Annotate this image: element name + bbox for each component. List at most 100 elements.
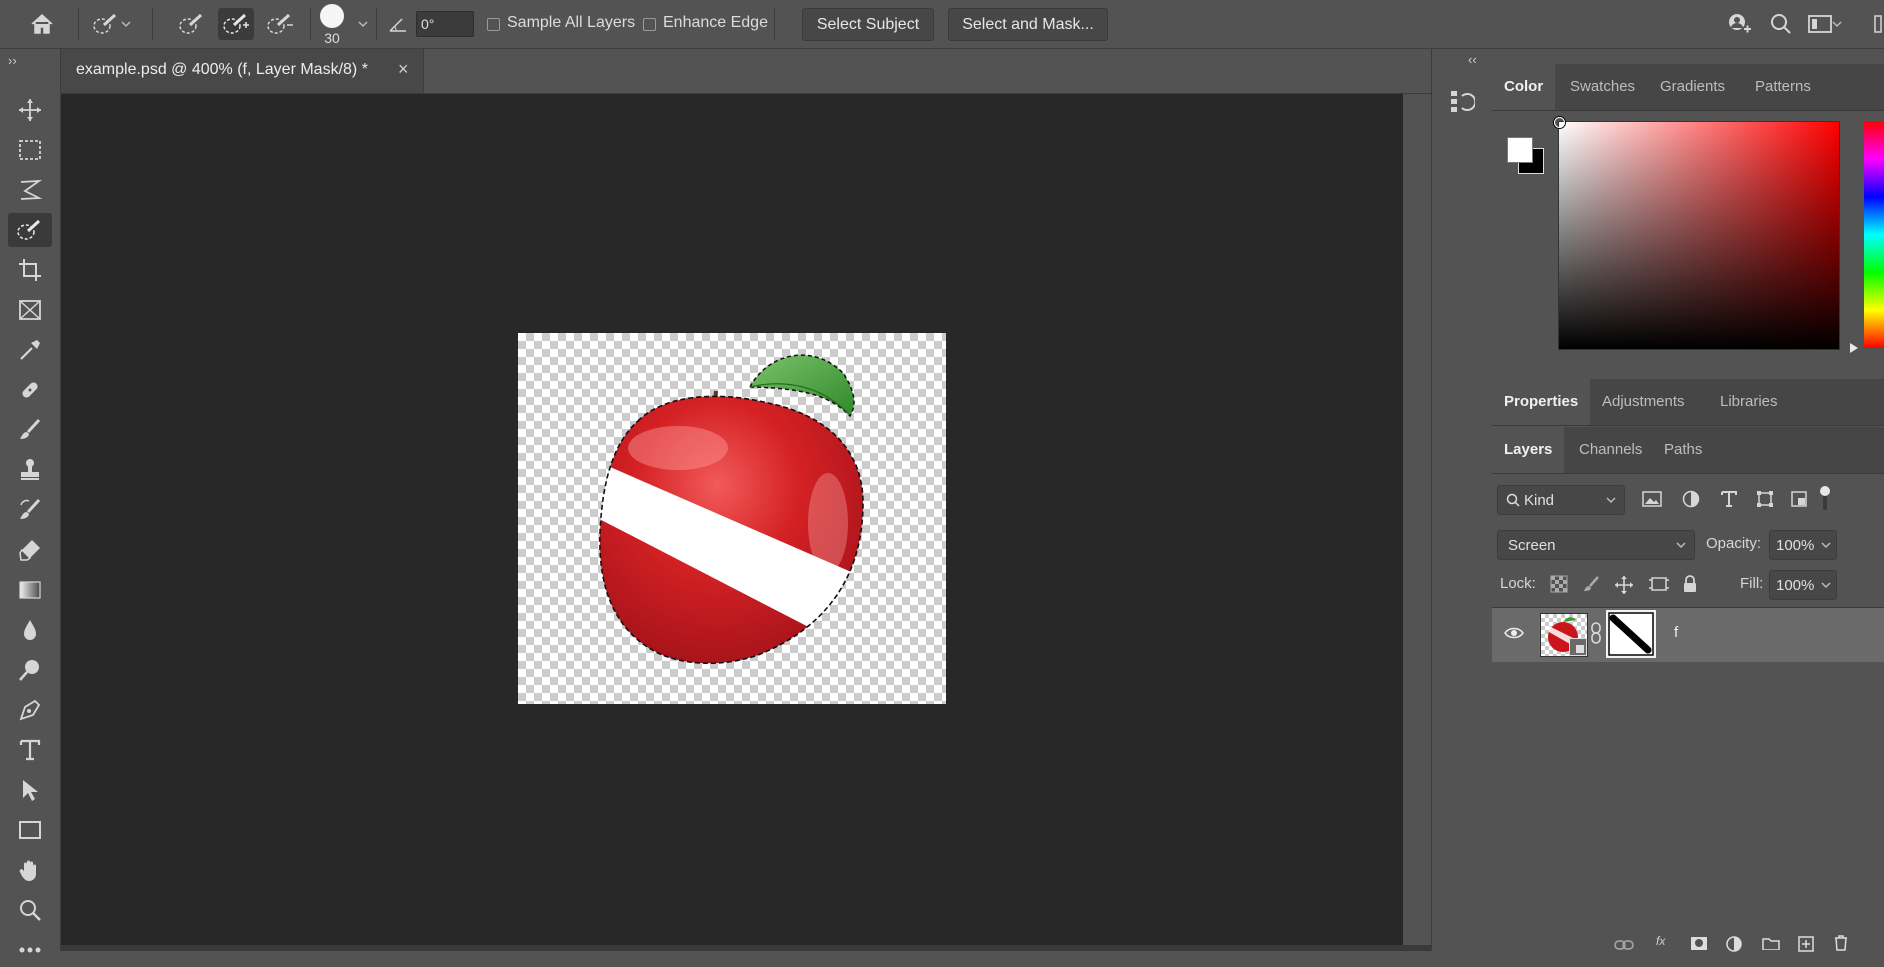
options-bar: 30 0° Sample All Layers Enhance Edge Sel… xyxy=(0,0,1884,49)
tab-gradients[interactable]: Gradients xyxy=(1648,64,1737,110)
panel-icon-column: ‹‹ xyxy=(1431,49,1493,951)
tool-preset-picker[interactable] xyxy=(86,8,136,40)
filter-pixel-icon[interactable] xyxy=(1642,490,1662,512)
history-panel-icon[interactable] xyxy=(1446,85,1478,117)
eraser-tool-icon[interactable] xyxy=(8,533,52,567)
move-tool-icon[interactable] xyxy=(8,93,52,127)
chevron-down-icon xyxy=(1676,542,1686,549)
hand-tool-icon[interactable] xyxy=(8,853,52,887)
new-layer-icon[interactable] xyxy=(1798,936,1814,956)
link-layers-icon[interactable] xyxy=(1614,938,1634,955)
document-canvas[interactable] xyxy=(518,333,946,704)
new-group-icon[interactable] xyxy=(1762,936,1780,954)
brush-tip-icon xyxy=(320,4,344,28)
close-icon[interactable]: × xyxy=(398,59,409,80)
hue-slider[interactable] xyxy=(1864,121,1884,348)
search-icon xyxy=(1506,493,1520,507)
foreground-color-swatch[interactable] xyxy=(1507,137,1533,163)
filter-shape-icon[interactable] xyxy=(1756,490,1774,512)
tab-properties[interactable]: Properties xyxy=(1492,379,1591,425)
tab-paths[interactable]: Paths xyxy=(1652,427,1714,473)
lock-all-icon[interactable] xyxy=(1682,575,1698,597)
enhance-edge-checkbox[interactable] xyxy=(643,18,656,31)
home-icon[interactable] xyxy=(22,8,62,40)
tab-adjustments[interactable]: Adjustments xyxy=(1590,379,1697,425)
lock-transparent-pixels-icon[interactable] xyxy=(1550,575,1568,597)
history-brush-tool-icon[interactable] xyxy=(8,493,52,527)
fill-input[interactable]: 100% xyxy=(1769,570,1837,600)
search-icon[interactable] xyxy=(1766,8,1796,40)
delete-layer-icon[interactable] xyxy=(1834,935,1848,955)
layer-style-icon[interactable]: fx xyxy=(1656,934,1665,948)
gradient-tool-icon[interactable] xyxy=(8,573,52,607)
pen-tool-icon[interactable] xyxy=(8,693,52,727)
tab-layers[interactable]: Layers xyxy=(1492,427,1565,473)
link-icon[interactable] xyxy=(1590,622,1602,648)
dodge-tool-icon[interactable] xyxy=(8,653,52,687)
quick-selection-tool-icon[interactable] xyxy=(8,213,52,247)
layer-name[interactable]: f xyxy=(1674,624,1678,641)
new-selection-icon[interactable] xyxy=(174,8,210,40)
layer-row[interactable]: f xyxy=(1492,608,1884,662)
panel-toggle-icon[interactable] xyxy=(1872,8,1884,40)
share-icon[interactable] xyxy=(1722,8,1756,40)
sample-all-layers-checkbox[interactable] xyxy=(487,18,500,31)
color-panel-tabs: Color Swatches Gradients Patterns xyxy=(1492,64,1884,111)
eyedropper-tool-icon[interactable] xyxy=(8,333,52,367)
clone-stamp-tool-icon[interactable] xyxy=(8,453,52,487)
brush-picker[interactable]: 30 xyxy=(318,2,368,48)
lock-label: Lock: xyxy=(1500,575,1536,592)
subtract-from-selection-icon[interactable] xyxy=(262,8,298,40)
type-tool-icon[interactable] xyxy=(8,733,52,767)
mask-stroke-icon xyxy=(1608,612,1654,656)
tab-libraries[interactable]: Libraries xyxy=(1708,379,1790,425)
more-tools-icon[interactable] xyxy=(8,933,52,967)
lock-image-pixels-icon[interactable] xyxy=(1582,575,1600,597)
blend-mode-dropdown[interactable]: Screen xyxy=(1497,530,1695,560)
frame-tool-icon[interactable] xyxy=(8,293,52,327)
healing-brush-tool-icon[interactable] xyxy=(8,373,52,407)
opacity-input[interactable]: 100% xyxy=(1769,530,1837,560)
layer-filter-kind-dropdown[interactable]: Kind xyxy=(1497,485,1625,515)
zoom-tool-icon[interactable] xyxy=(8,893,52,927)
filter-type-icon[interactable] xyxy=(1720,490,1738,512)
fill-label: Fill: xyxy=(1740,575,1764,592)
lock-position-icon[interactable] xyxy=(1614,575,1634,599)
hue-slider-handle[interactable] xyxy=(1850,343,1858,353)
layer-mask-thumbnail[interactable] xyxy=(1606,610,1656,658)
color-picker-handle[interactable] xyxy=(1554,117,1565,128)
select-and-mask-button[interactable]: Select and Mask... xyxy=(948,8,1108,41)
path-selection-tool-icon[interactable] xyxy=(8,773,52,807)
workspace-icon[interactable] xyxy=(1808,8,1842,40)
tab-patterns[interactable]: Patterns xyxy=(1743,64,1823,110)
angle-input[interactable]: 0° xyxy=(416,11,474,37)
marquee-tool-icon[interactable] xyxy=(8,133,52,167)
filter-toggle-icon[interactable] xyxy=(1818,484,1832,516)
collapse-panels-icon[interactable]: ‹‹ xyxy=(1468,52,1477,67)
filter-smart-object-icon[interactable] xyxy=(1790,490,1808,512)
eye-icon[interactable] xyxy=(1504,626,1524,644)
chevron-down-icon xyxy=(1832,21,1842,28)
chevron-down-icon xyxy=(121,21,131,28)
chevron-down-icon xyxy=(1821,542,1831,549)
tab-color[interactable]: Color xyxy=(1492,64,1556,110)
tools-panel: ›› xyxy=(0,49,61,953)
document-tab[interactable]: example.psd @ 400% (f, Layer Mask/8) * × xyxy=(61,49,424,93)
tab-channels[interactable]: Channels xyxy=(1567,427,1654,473)
brush-tool-icon[interactable] xyxy=(8,413,52,447)
color-field[interactable] xyxy=(1554,117,1840,350)
rectangle-tool-icon[interactable] xyxy=(8,813,52,847)
tab-swatches[interactable]: Swatches xyxy=(1558,64,1647,110)
new-adjustment-layer-icon[interactable] xyxy=(1726,936,1742,956)
add-to-selection-icon[interactable] xyxy=(218,8,254,40)
blur-tool-icon[interactable] xyxy=(8,613,52,647)
filter-adjustment-icon[interactable] xyxy=(1682,490,1700,512)
add-mask-icon[interactable] xyxy=(1690,936,1708,954)
select-subject-button[interactable]: Select Subject xyxy=(802,8,934,41)
lasso-tool-icon[interactable] xyxy=(8,173,52,207)
horizontal-scrollbar[interactable] xyxy=(61,945,1431,951)
collapse-toolbar-icon[interactable]: ›› xyxy=(8,53,17,68)
crop-tool-icon[interactable] xyxy=(8,253,52,287)
layer-thumbnail[interactable] xyxy=(1540,613,1588,657)
lock-artboard-icon[interactable] xyxy=(1648,575,1670,597)
